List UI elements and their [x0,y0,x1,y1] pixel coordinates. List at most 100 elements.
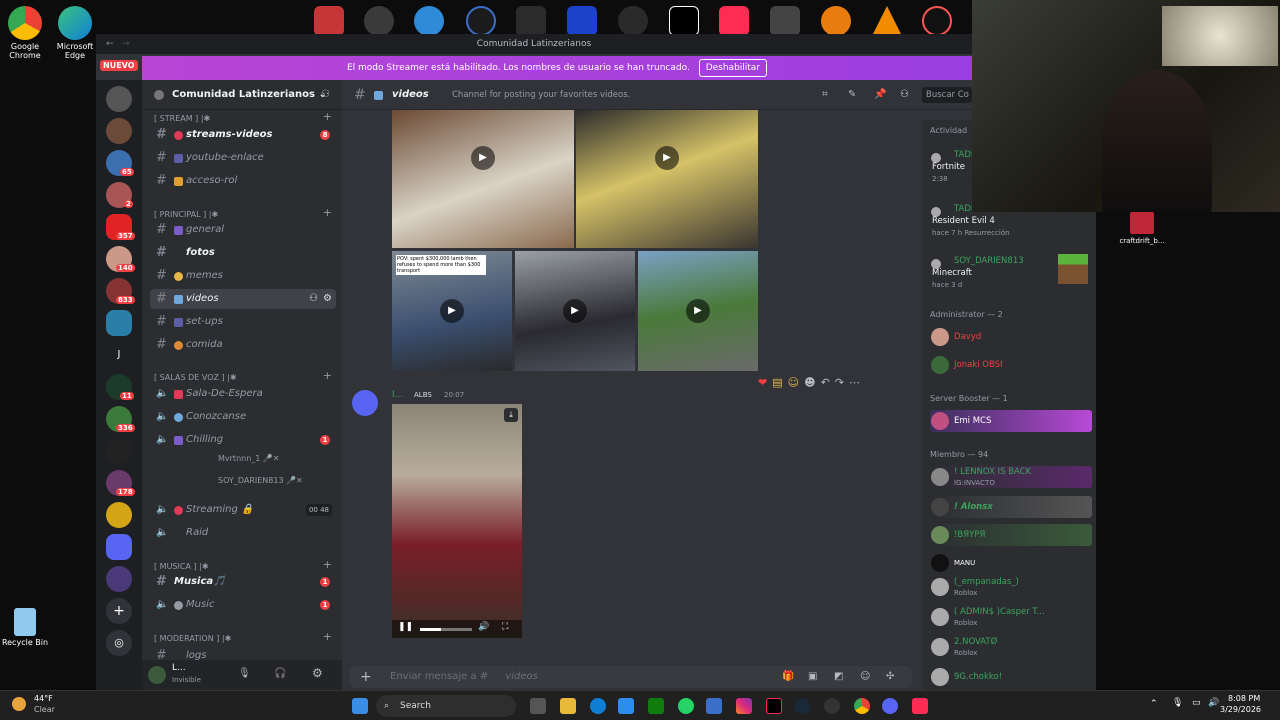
add-attachment-icon[interactable]: + [360,666,372,688]
app-icon[interactable] [466,6,496,36]
category-stream[interactable]: [ STREAM ] |✱ [154,114,210,123]
category-principal[interactable]: [ PRINCIPAL ] |✱ [154,210,218,219]
emoji-icon[interactable]: ☺ [860,666,870,688]
server-icon[interactable] [106,118,132,144]
channel-logs[interactable]: # logs [150,646,336,660]
app-icon[interactable] [770,6,800,36]
member-item[interactable]: Davyd [930,326,1092,348]
task-view-icon[interactable] [530,698,546,714]
channel-general[interactable]: # general [150,220,336,240]
member-item[interactable]: ! LENNOX IS BACK IG:INVACTO [930,466,1092,488]
apps-icon[interactable]: ✣ [886,666,894,688]
pin-icon[interactable]: 📌 [874,80,886,110]
more-icon[interactable]: ⋯ [849,376,865,389]
gear-icon[interactable]: ⚙ [312,666,323,680]
app-icon[interactable] [618,6,648,36]
instagram-icon[interactable] [736,698,752,714]
chrome-icon[interactable] [854,698,870,714]
volume-icon[interactable]: 🔊 [478,622,489,632]
server-icon[interactable] [106,502,132,528]
channel-set-ups[interactable]: # set-ups [150,312,336,332]
headphones-icon[interactable]: 🎧 [274,668,286,679]
play-icon[interactable]: ▶ [440,299,464,323]
voice-channel-sala-de-espera[interactable]: 🔈 Sala-De-Espera [150,384,336,404]
gear-icon[interactable]: ⚙ [323,289,332,309]
volume-icon[interactable]: 🔊 [1208,698,1219,708]
obs-icon[interactable] [824,698,840,714]
channel-youtube-enlace[interactable]: # youtube-enlace [150,148,336,168]
add-channel-icon[interactable]: + [323,369,332,382]
mute-icon[interactable]: ✎ [848,80,856,110]
obs-icon[interactable] [364,6,394,36]
channel-acceso-rol[interactable]: # acceso-rol [150,171,336,191]
sticker-icon[interactable]: ◩ [834,666,843,688]
video-thumbnail[interactable]: ▶ [392,110,574,248]
edge-icon[interactable] [590,698,606,714]
add-member-icon[interactable]: ⚇ [321,80,330,110]
play-icon[interactable]: ▶ [655,146,679,170]
category-salas-de-voz[interactable]: [ SALAS DE VOZ ] |✱ [154,373,237,382]
message-author[interactable]: l... [392,390,403,400]
server-icon[interactable] [106,534,132,560]
play-icon[interactable]: ▶ [686,299,710,323]
member-item[interactable]: ( ADMIN$ )Casper T... Roblox [930,606,1092,628]
app-icon[interactable] [516,6,546,36]
explore-icon[interactable]: ◎ [106,630,132,656]
laugh-reaction-icon[interactable]: ☺ [788,376,804,389]
forward-icon[interactable]: ↷ [835,376,849,389]
avatar[interactable] [148,666,166,684]
add-channel-icon[interactable]: + [323,630,332,643]
member-item[interactable]: Jonaki OBSI [930,354,1092,376]
category-moderation[interactable]: [ MODERATION ] |✱ [154,634,231,643]
play-icon[interactable]: ▶ [471,146,495,170]
app-icon[interactable] [314,6,344,36]
app-icon[interactable] [414,6,444,36]
avatar[interactable] [352,390,378,416]
discord-icon[interactable] [882,698,898,714]
add-channel-icon[interactable]: + [323,206,332,219]
app-icon[interactable] [706,698,722,714]
voice-user[interactable]: SOY_DARIEN813 🎤✕ [218,476,303,485]
server-icon[interactable] [106,566,132,592]
member-item[interactable]: (_empanadas_) Roblox [930,576,1092,598]
heart-reaction-icon[interactable]: ❤ [758,376,772,389]
voice-channel-conozcanse[interactable]: 🔈 Conozcanse [150,407,336,427]
forward-arrow-icon[interactable]: → [122,34,130,54]
member-item[interactable]: 9G.chokko! [930,666,1092,688]
member-item[interactable]: 2.NOVATØ Roblox [930,636,1092,658]
microphone-icon[interactable]: 🎙 [238,668,251,679]
app-icon[interactable] [912,698,928,714]
members-icon[interactable]: ⚇ [900,80,909,110]
app-icon[interactable] [922,6,952,36]
gift-icon[interactable]: 🎁 [782,666,794,688]
video-thumbnail[interactable]: POV: spent $300,000 lamb then refuses to… [392,251,512,371]
tiktok-icon[interactable] [719,6,749,36]
steam-icon[interactable] [794,698,810,714]
play-icon[interactable]: ▶ [563,299,587,323]
voice-channel-raid[interactable]: 🔈 Raid [150,523,336,543]
whatsapp-icon[interactable] [678,698,694,714]
weather-icon[interactable] [12,697,26,711]
tiktok-icon[interactable] [766,698,782,714]
channel-videos[interactable]: # videos ⚇ ⚙ [150,289,336,309]
voice-channel-streaming[interactable]: 🔈 Streaming 🔒 00 48 [150,500,336,520]
video-thumbnail[interactable]: ▶ [576,110,758,248]
rainbow-reaction-icon[interactable]: ▤ [772,376,787,389]
voice-user[interactable]: Mvrtnnn_1 🎤✕ [218,454,280,463]
vlc-icon[interactable] [872,6,902,36]
threads-icon[interactable]: ⌗ [822,80,828,110]
download-icon[interactable]: ⤓ [504,408,518,422]
taskbar-search[interactable]: ⌕ Search [376,695,516,717]
add-channel-icon[interactable]: + [323,558,332,571]
video-thumbnail[interactable]: ▶ [638,251,758,371]
member-item[interactable]: Emi MCS [930,410,1092,432]
blender-icon[interactable] [821,6,851,36]
gif-icon[interactable]: ▣ [808,666,817,688]
disable-streamer-button[interactable]: Deshabilitar [698,59,768,77]
server-icon[interactable] [106,438,132,464]
clock-time[interactable]: 8:08 PM [1228,694,1260,703]
desktop-icon-recycle-bin[interactable]: Recycle Bin [0,608,60,647]
channel-musica[interactable]: # Musica🎵 1 [150,572,336,592]
channel-memes[interactable]: # memes [150,266,336,286]
activity-item[interactable]: SOY_DARIEN813 Minecraft hace 3 d [930,254,1092,290]
